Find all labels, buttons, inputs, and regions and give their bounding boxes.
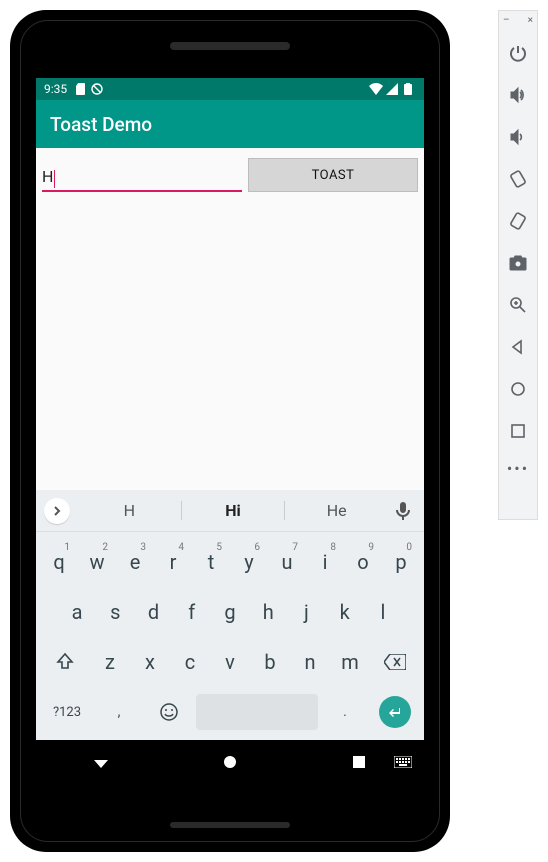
emoji-key[interactable] (146, 690, 192, 734)
nav-keyboard-switch-button[interactable] (392, 751, 414, 773)
action-bar: Toast Demo (36, 100, 424, 148)
expand-suggestions-button[interactable] (44, 498, 70, 524)
text-input[interactable]: H (42, 162, 242, 192)
key-c[interactable]: c (172, 640, 208, 684)
emulator-close-button[interactable]: × (528, 15, 533, 26)
app-title: Toast Demo (50, 113, 152, 136)
emulator-rotate-left-button[interactable] (498, 158, 538, 200)
shift-key[interactable] (42, 640, 88, 684)
earpiece (170, 42, 290, 50)
emulator-rotate-right-button[interactable] (498, 200, 538, 242)
suggestion-3[interactable]: He (285, 501, 388, 520)
keyboard-row-4: ?123 , . (40, 688, 420, 736)
status-bar: 9:35 (36, 78, 424, 100)
key-i[interactable]: i8 (308, 540, 342, 584)
key-z[interactable]: z (92, 640, 128, 684)
text-cursor (54, 170, 55, 188)
input-row: H TOAST (36, 148, 424, 192)
nav-back-button[interactable] (90, 751, 112, 773)
key-w[interactable]: w2 (80, 540, 114, 584)
key-a[interactable]: a (60, 590, 94, 634)
key-q[interactable]: q1 (42, 540, 76, 584)
key-l[interactable]: l (366, 590, 400, 634)
text-input-value: H (42, 167, 53, 186)
emulator-volume-down-button[interactable] (498, 116, 538, 158)
emulator-screenshot-button[interactable] (498, 242, 538, 284)
keyboard-row-1: q1w2e3r4t5y6u7i8o9p0 (40, 538, 420, 586)
period-key[interactable]: . (322, 690, 368, 734)
battery-icon (400, 83, 416, 95)
key-m[interactable]: m (332, 640, 368, 684)
key-f[interactable]: f (175, 590, 209, 634)
key-h[interactable]: h (251, 590, 285, 634)
backspace-key[interactable] (372, 640, 418, 684)
wifi-icon (368, 83, 384, 95)
key-k[interactable]: k (328, 590, 362, 634)
space-key[interactable] (196, 694, 318, 730)
emulator-power-button[interactable] (498, 32, 538, 74)
emulator-window-controls: – × (499, 15, 537, 32)
key-v[interactable]: v (212, 640, 248, 684)
key-d[interactable]: d (136, 590, 170, 634)
enter-key[interactable] (372, 690, 418, 734)
key-r[interactable]: r4 (156, 540, 190, 584)
sd-card-icon (73, 83, 89, 95)
keyboard-row-3: zxcvbnm (40, 638, 420, 686)
key-n[interactable]: n (292, 640, 328, 684)
key-o[interactable]: o9 (346, 540, 380, 584)
key-e[interactable]: e3 (118, 540, 152, 584)
key-t[interactable]: t5 (194, 540, 228, 584)
emulator-home-button[interactable] (498, 368, 538, 410)
suggestion-2[interactable]: Hi (181, 501, 286, 520)
emulator-back-button[interactable] (498, 326, 538, 368)
key-s[interactable]: s (98, 590, 132, 634)
bottom-speaker (170, 822, 290, 828)
key-y[interactable]: y6 (232, 540, 266, 584)
emulator-overview-button[interactable] (498, 410, 538, 452)
suggestion-bar: H Hi He (36, 490, 424, 532)
nav-home-button[interactable] (219, 751, 241, 773)
key-b[interactable]: b (252, 640, 288, 684)
symbols-key[interactable]: ?123 (42, 690, 92, 734)
toast-button-label: TOAST (312, 168, 355, 183)
suggestion-1[interactable]: H (78, 501, 181, 520)
toast-button[interactable]: TOAST (248, 158, 418, 192)
emulator-minimize-button[interactable]: – (503, 15, 510, 26)
emulator-toolbar: – × ••• (498, 10, 538, 520)
emulator-zoom-button[interactable] (498, 284, 538, 326)
key-u[interactable]: u7 (270, 540, 304, 584)
navigation-bar (36, 740, 424, 784)
signal-icon (384, 83, 400, 95)
screen: 9:35 Toast Demo (36, 78, 424, 784)
no-sim-icon (89, 83, 105, 95)
comma-key[interactable]: , (96, 690, 142, 734)
key-j[interactable]: j (289, 590, 323, 634)
key-p[interactable]: p0 (384, 540, 418, 584)
phone-frame: 9:35 Toast Demo (10, 10, 450, 852)
key-x[interactable]: x (132, 640, 168, 684)
text-underline (42, 190, 242, 192)
emulator-volume-up-button[interactable] (498, 74, 538, 116)
nav-recents-button[interactable] (348, 751, 370, 773)
voice-input-button[interactable] (388, 502, 418, 520)
keyboard-rows: q1w2e3r4t5y6u7i8o9p0 asdfghjkl zxcvbnm ?… (36, 532, 424, 742)
soft-keyboard: H Hi He q1w2e3r4t5y6u7i8o9p0 asdfghjkl z… (36, 490, 424, 740)
keyboard-row-2: asdfghjkl (40, 588, 420, 636)
keyboard-row-3-letters: zxcvbnm (90, 638, 370, 686)
content-area: H TOAST (36, 148, 424, 490)
key-g[interactable]: g (213, 590, 247, 634)
emulator-more-button[interactable]: ••• (507, 452, 529, 484)
status-time: 9:35 (44, 82, 67, 96)
